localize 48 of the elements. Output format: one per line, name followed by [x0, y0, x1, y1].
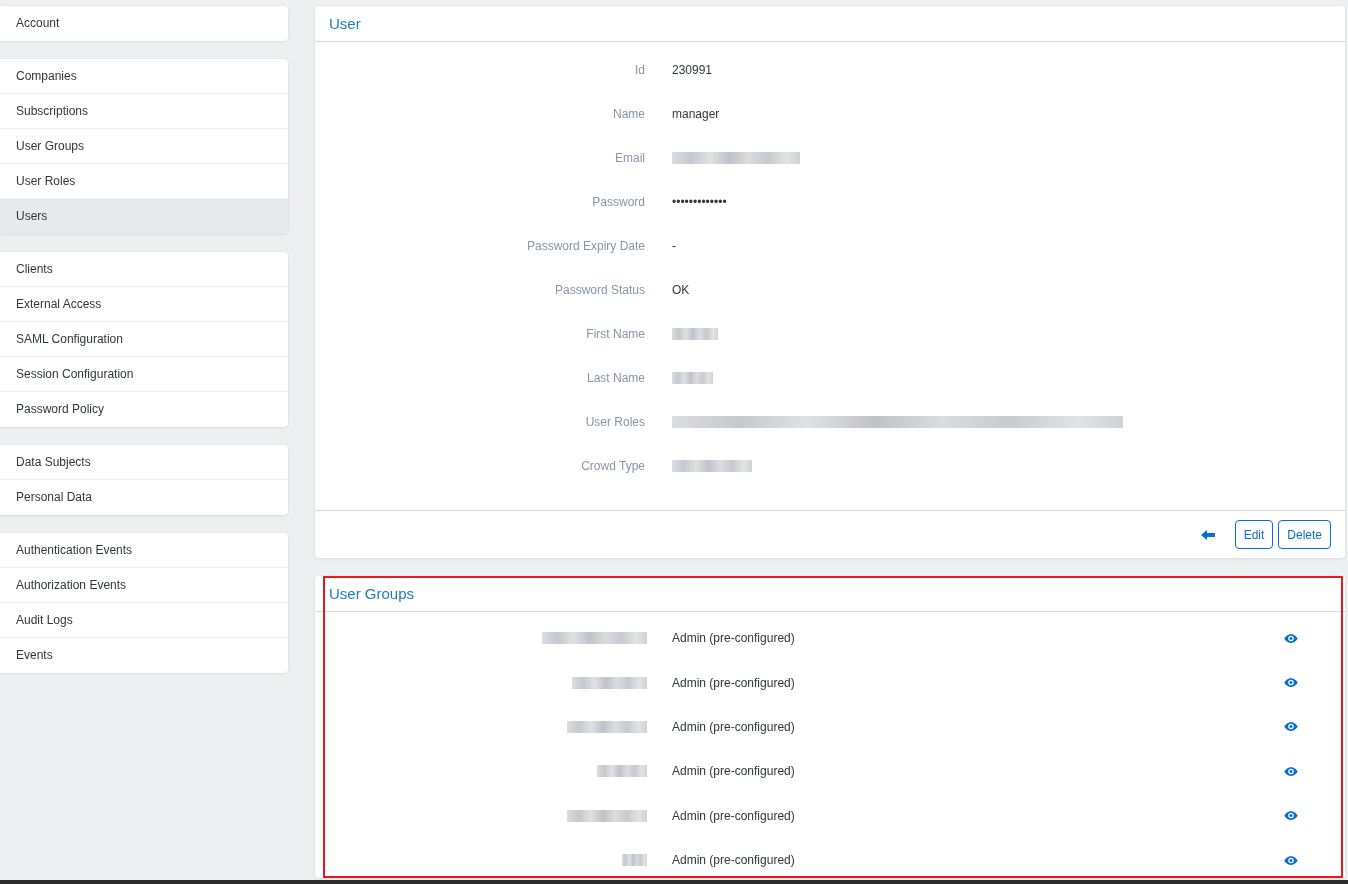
sidebar-item[interactable]: Account: [0, 6, 288, 41]
panel-title: User Groups: [329, 585, 415, 602]
field-value: manager: [672, 107, 720, 121]
field-label: Id: [635, 63, 645, 77]
group-role: Admin (pre-configured): [672, 853, 795, 868]
group-role: Admin (pre-configured): [672, 631, 795, 646]
eye-icon[interactable]: [1284, 677, 1298, 689]
left-arrow-icon: [1200, 529, 1215, 540]
sidebar-item[interactable]: Password Policy: [0, 392, 288, 427]
sidebar-item[interactable]: SAML Configuration: [0, 322, 288, 357]
eye-icon[interactable]: [1284, 632, 1298, 644]
sidebar-item[interactable]: Authentication Events: [0, 533, 288, 568]
sidebar-item[interactable]: Events: [0, 638, 288, 673]
sidebar-item[interactable]: Data Subjects: [0, 445, 288, 480]
eye-icon[interactable]: [1284, 854, 1298, 866]
eye-icon[interactable]: [1284, 810, 1298, 822]
delete-button[interactable]: Delete: [1278, 520, 1331, 549]
sidebar-item[interactable]: User Groups: [0, 129, 288, 164]
panel-title: User: [329, 15, 361, 32]
sidebar-item[interactable]: Subscriptions: [0, 94, 288, 129]
field-value: 230991: [672, 63, 713, 77]
sidebar-item[interactable]: External Access: [0, 287, 288, 322]
sidebar-item[interactable]: Personal Data: [0, 480, 288, 515]
eye-icon[interactable]: [1284, 765, 1298, 777]
group-role: Admin (pre-configured): [672, 719, 795, 734]
field-label: Email: [615, 151, 645, 165]
edit-button[interactable]: Edit: [1234, 520, 1274, 549]
sidebar-item[interactable]: Companies: [0, 59, 288, 94]
field-label: Last Name: [586, 371, 645, 385]
sidebar-item[interactable]: Session Configuration: [0, 357, 288, 392]
field-label: User Roles: [585, 415, 645, 429]
sidebar-item[interactable]: Audit Logs: [0, 603, 288, 638]
sidebar-item[interactable]: Authorization Events: [0, 568, 288, 603]
sidebar-item[interactable]: Users: [0, 199, 288, 234]
field-label: First Name: [586, 327, 645, 341]
field-label: Crowd Type: [581, 459, 645, 473]
field-label: Name: [613, 107, 645, 121]
field-label: Password Expiry Date: [526, 239, 645, 253]
group-role: Admin (pre-configured): [672, 675, 795, 690]
eye-icon[interactable]: [1284, 721, 1298, 733]
field-value: OK: [672, 283, 690, 297]
field-value: •••••••••••••: [672, 195, 727, 209]
group-role: Admin (pre-configured): [672, 808, 795, 823]
sidebar-item[interactable]: Clients: [0, 252, 288, 287]
field-value: -: [672, 239, 676, 253]
field-label: Password: [592, 195, 645, 209]
field-label: Password Status: [554, 283, 645, 297]
group-role: Admin (pre-configured): [672, 764, 795, 779]
